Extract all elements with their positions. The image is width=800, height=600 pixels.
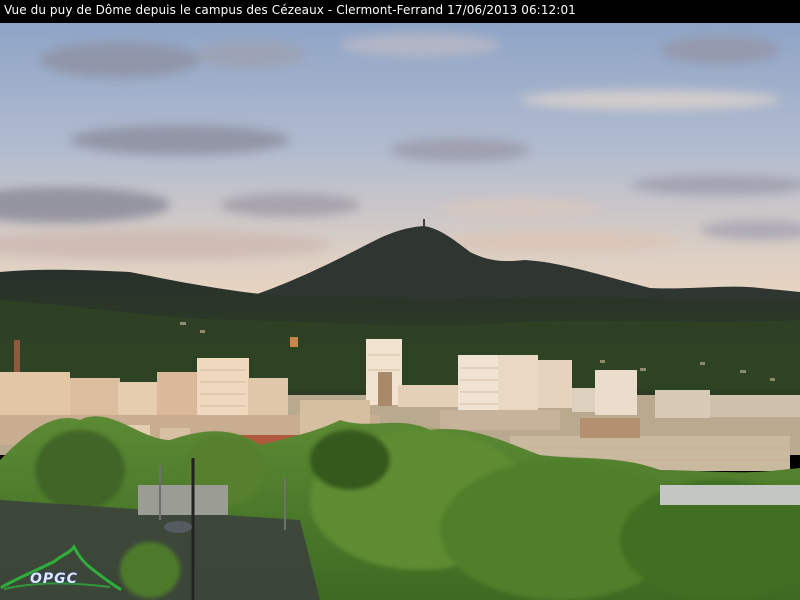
webcam-frame: Vue du puy de Dôme depuis le campus des … bbox=[0, 0, 800, 600]
caption-text: Vue du puy de Dôme depuis le campus des … bbox=[4, 3, 576, 17]
low-building bbox=[138, 485, 228, 515]
logo-text: OPGC bbox=[30, 571, 78, 587]
tree-shadow-left bbox=[120, 542, 180, 598]
parked-car bbox=[164, 521, 192, 533]
campus-building-right bbox=[660, 485, 800, 505]
opgc-logo: OPGC bbox=[0, 543, 124, 593]
caption-bar: Vue du puy de Dôme depuis le campus des … bbox=[0, 0, 800, 23]
landscape-photo bbox=[0, 23, 800, 600]
